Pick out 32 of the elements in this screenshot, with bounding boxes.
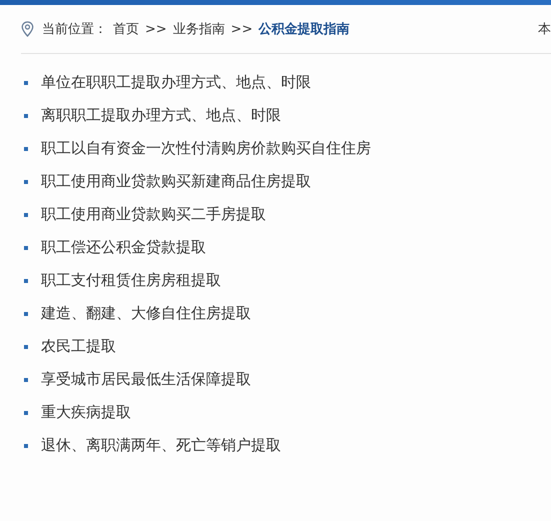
- bullet-icon: [24, 146, 28, 150]
- section-heading: 本: [538, 21, 551, 38]
- guide-link[interactable]: 建造、翻建、大修自住住房提取: [41, 304, 251, 323]
- guide-link[interactable]: 退休、离职满两年、死亡等销户提取: [41, 436, 281, 455]
- guide-link[interactable]: 职工偿还公积金贷款提取: [41, 238, 206, 257]
- guide-link[interactable]: 职工支付租赁住房房租提取: [41, 271, 221, 290]
- bullet-icon: [24, 80, 28, 84]
- guide-link[interactable]: 重大疾病提取: [41, 403, 131, 422]
- bullet-icon: [24, 312, 28, 316]
- bullet-icon: [24, 180, 28, 184]
- bullet-icon: [24, 344, 28, 348]
- breadcrumb-label: 当前位置：: [42, 21, 107, 38]
- bullet-icon: [24, 378, 28, 382]
- guide-link[interactable]: 职工使用商业贷款购买新建商品住房提取: [41, 172, 311, 191]
- guide-link[interactable]: 单位在职职工提取办理方式、地点、时限: [41, 73, 311, 92]
- breadcrumb-link[interactable]: 业务指南: [172, 20, 225, 38]
- location-pin-icon: [21, 21, 34, 37]
- guide-link[interactable]: 离职职工提取办理方式、地点、时限: [41, 106, 281, 125]
- breadcrumb-separator: >>: [230, 22, 253, 36]
- guide-link[interactable]: 职工使用商业贷款购买二手房提取: [41, 205, 266, 224]
- bullet-icon: [24, 114, 28, 118]
- guide-link[interactable]: 享受城市居民最低生活保障提取: [41, 370, 251, 389]
- breadcrumb-link[interactable]: 首页: [113, 20, 139, 38]
- bullet-icon: [24, 278, 28, 282]
- bullet-icon: [24, 444, 28, 448]
- breadcrumb-separator: >>: [145, 22, 167, 36]
- bullet-icon: [24, 212, 28, 216]
- bullet-icon: [24, 410, 28, 414]
- breadcrumb-link[interactable]: 公积金提取指南: [258, 20, 350, 38]
- guide-link[interactable]: 职工以自有资金一次性付清购房价款购买自住住房: [41, 139, 371, 158]
- guide-link[interactable]: 农民工提取: [41, 337, 116, 356]
- bullet-icon: [24, 246, 28, 250]
